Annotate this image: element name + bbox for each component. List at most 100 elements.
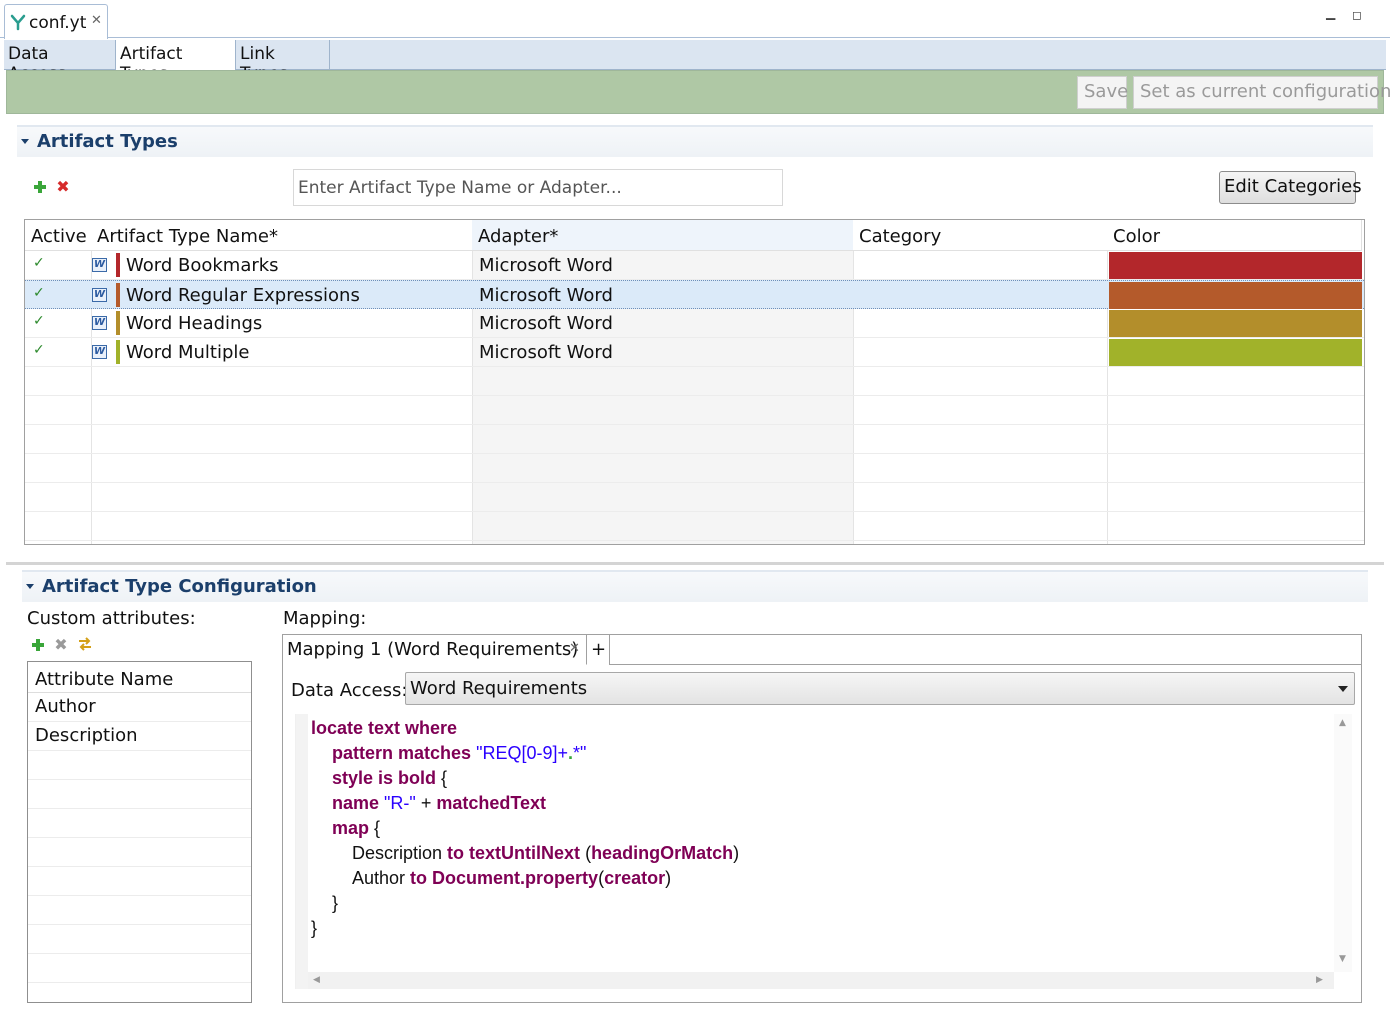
swap-attributes-icon[interactable] [76, 635, 94, 653]
code-line-4: name "R-" + matchedText [332, 793, 546, 814]
collapse-triangle-icon [26, 584, 34, 589]
section-title: Artifact Type Configuration [42, 576, 317, 597]
artifact-type-name: Word Regular Expressions [126, 285, 360, 306]
empty-row [25, 512, 1364, 541]
section-splitter[interactable] [6, 562, 1384, 565]
code-line-5: map { [332, 818, 380, 839]
active-check-icon[interactable]: ✓ [33, 255, 45, 271]
empty-row [28, 925, 251, 954]
empty-row [25, 483, 1364, 512]
scroll-down-icon[interactable]: ▼ [1339, 954, 1346, 964]
artifact-filter-input[interactable] [293, 169, 783, 206]
code-identifier: Author [352, 868, 411, 888]
remove-attribute-icon[interactable]: ✖ [54, 637, 68, 653]
column-header-color[interactable]: Color [1107, 220, 1362, 251]
column-header-active[interactable]: Active [25, 220, 92, 251]
minimize-icon[interactable]: ▁ [1326, 6, 1335, 20]
artifact-types-table: Active Artifact Type Name* Adapter* ^ Ca… [24, 219, 1365, 545]
tab-artifact-types[interactable]: Artifact Types [115, 40, 236, 84]
empty-row [25, 425, 1364, 454]
empty-row [25, 454, 1364, 483]
color-swatch[interactable] [1109, 339, 1362, 366]
table-row[interactable]: ✓ W Word Bookmarks Microsoft Word [25, 251, 1364, 280]
code-string: * [573, 743, 581, 763]
code-string: "R-" [379, 793, 416, 813]
artifact-adapter: Microsoft Word [479, 285, 613, 306]
config-toolbar: Save Set as current configuration [6, 70, 1390, 114]
column-header-adapter[interactable]: Adapter* ^ [472, 220, 854, 251]
color-swatch[interactable] [1109, 252, 1362, 279]
window-controls: ▁ ◻ [1326, 6, 1376, 26]
mapping-panel: Mapping 1 (Word Requirements) ✕ + Data A… [282, 634, 1362, 1003]
artifact-types-section-header[interactable]: Artifact Types [17, 125, 1373, 157]
data-access-label: Data Access: [291, 680, 408, 701]
attribute-name-header[interactable]: Attribute Name [28, 662, 251, 693]
word-document-icon: W [92, 288, 107, 302]
column-header-category[interactable]: Category [853, 220, 1108, 251]
color-swatch[interactable] [1109, 282, 1362, 309]
data-access-select[interactable]: Word Requirements [405, 672, 1355, 705]
table-row-selected[interactable]: ✓ W Word Regular Expressions Microsoft W… [25, 280, 1364, 309]
collapse-triangle-icon [21, 139, 29, 144]
mapping-tab-1[interactable]: Mapping 1 (Word Requirements) ✕ [283, 635, 587, 665]
tab-underline [610, 664, 1362, 665]
color-strip [116, 253, 120, 277]
scroll-up-icon[interactable]: ▲ [1339, 718, 1346, 728]
code-brace: { [436, 768, 448, 788]
code-keyword: matchedText [436, 793, 547, 813]
artifact-adapter: Microsoft Word [479, 342, 613, 363]
close-icon[interactable]: ✕ [91, 13, 102, 28]
code-keyword: headingOrMatch [591, 843, 734, 863]
save-button[interactable]: Save [1077, 76, 1128, 109]
table-row[interactable]: ✓ W Word Multiple Microsoft Word [25, 338, 1364, 367]
add-attribute-icon[interactable] [31, 638, 45, 652]
mapping-code-editor[interactable]: locate text where pattern matches "REQ[0… [295, 714, 1352, 989]
horizontal-scrollbar[interactable]: ◀ ▶ [308, 972, 1334, 989]
code-keyword: creator [604, 868, 666, 888]
active-check-icon[interactable]: ✓ [33, 342, 45, 358]
yakindu-file-icon [9, 13, 27, 36]
color-strip [116, 340, 120, 364]
code-keyword: locate text where [311, 718, 458, 738]
active-check-icon[interactable]: ✓ [33, 285, 45, 301]
scroll-right-icon[interactable]: ▶ [1316, 975, 1323, 985]
tab-data-access[interactable]: Data Access [4, 40, 116, 84]
column-header-name[interactable]: Artifact Type Name* [91, 220, 473, 251]
editor-tab-conf[interactable]: conf.yt ✕ [4, 4, 108, 39]
add-artifact-type-icon[interactable] [33, 180, 47, 194]
code-paren: ) [665, 868, 672, 888]
vertical-scrollbar[interactable]: ▲ ▼ [1334, 714, 1352, 972]
code-line-6: Description to textUntilNext (headingOrM… [352, 843, 739, 864]
close-icon[interactable]: ✕ [569, 641, 580, 656]
word-document-icon: W [92, 316, 107, 330]
remove-artifact-type-icon[interactable]: ✖ [56, 179, 70, 195]
edit-categories-button[interactable]: Edit Categories [1219, 171, 1362, 204]
empty-row [28, 896, 251, 925]
artifact-adapter: Microsoft Word [479, 313, 613, 334]
editor-tab-bar [0, 0, 1390, 38]
empty-row [28, 751, 251, 780]
artifact-type-name: Word Bookmarks [126, 255, 279, 276]
empty-row [28, 954, 251, 983]
active-check-icon[interactable]: ✓ [33, 313, 45, 329]
table-row[interactable]: ✓ W Word Headings Microsoft Word [25, 309, 1364, 338]
code-keyword: to Document.property [410, 868, 599, 888]
column-header-adapter-label: Adapter* [478, 226, 559, 247]
sort-ascending-icon: ^ [655, 219, 665, 227]
word-document-icon: W [92, 345, 107, 359]
empty-row [28, 780, 251, 809]
code-brace: { [369, 818, 381, 838]
scroll-left-icon[interactable]: ◀ [313, 975, 320, 985]
tab-link-types[interactable]: Link Types [236, 40, 330, 84]
color-swatch[interactable] [1109, 310, 1362, 337]
attribute-row-description[interactable]: Description [28, 722, 251, 751]
attribute-row-author[interactable]: Author [28, 693, 251, 722]
add-mapping-button[interactable]: + [588, 635, 610, 665]
chevron-down-icon [1338, 686, 1348, 692]
configuration-section-header[interactable]: Artifact Type Configuration [22, 570, 1368, 602]
set-current-config-button[interactable]: Set as current configuration [1133, 76, 1390, 109]
custom-attributes-table: Attribute Name Author Description [27, 661, 252, 1003]
code-line-7: Author to Document.property(creator) [352, 868, 671, 889]
maximize-icon[interactable]: ◻ [1352, 8, 1362, 22]
code-line-3: style is bold { [332, 768, 447, 789]
